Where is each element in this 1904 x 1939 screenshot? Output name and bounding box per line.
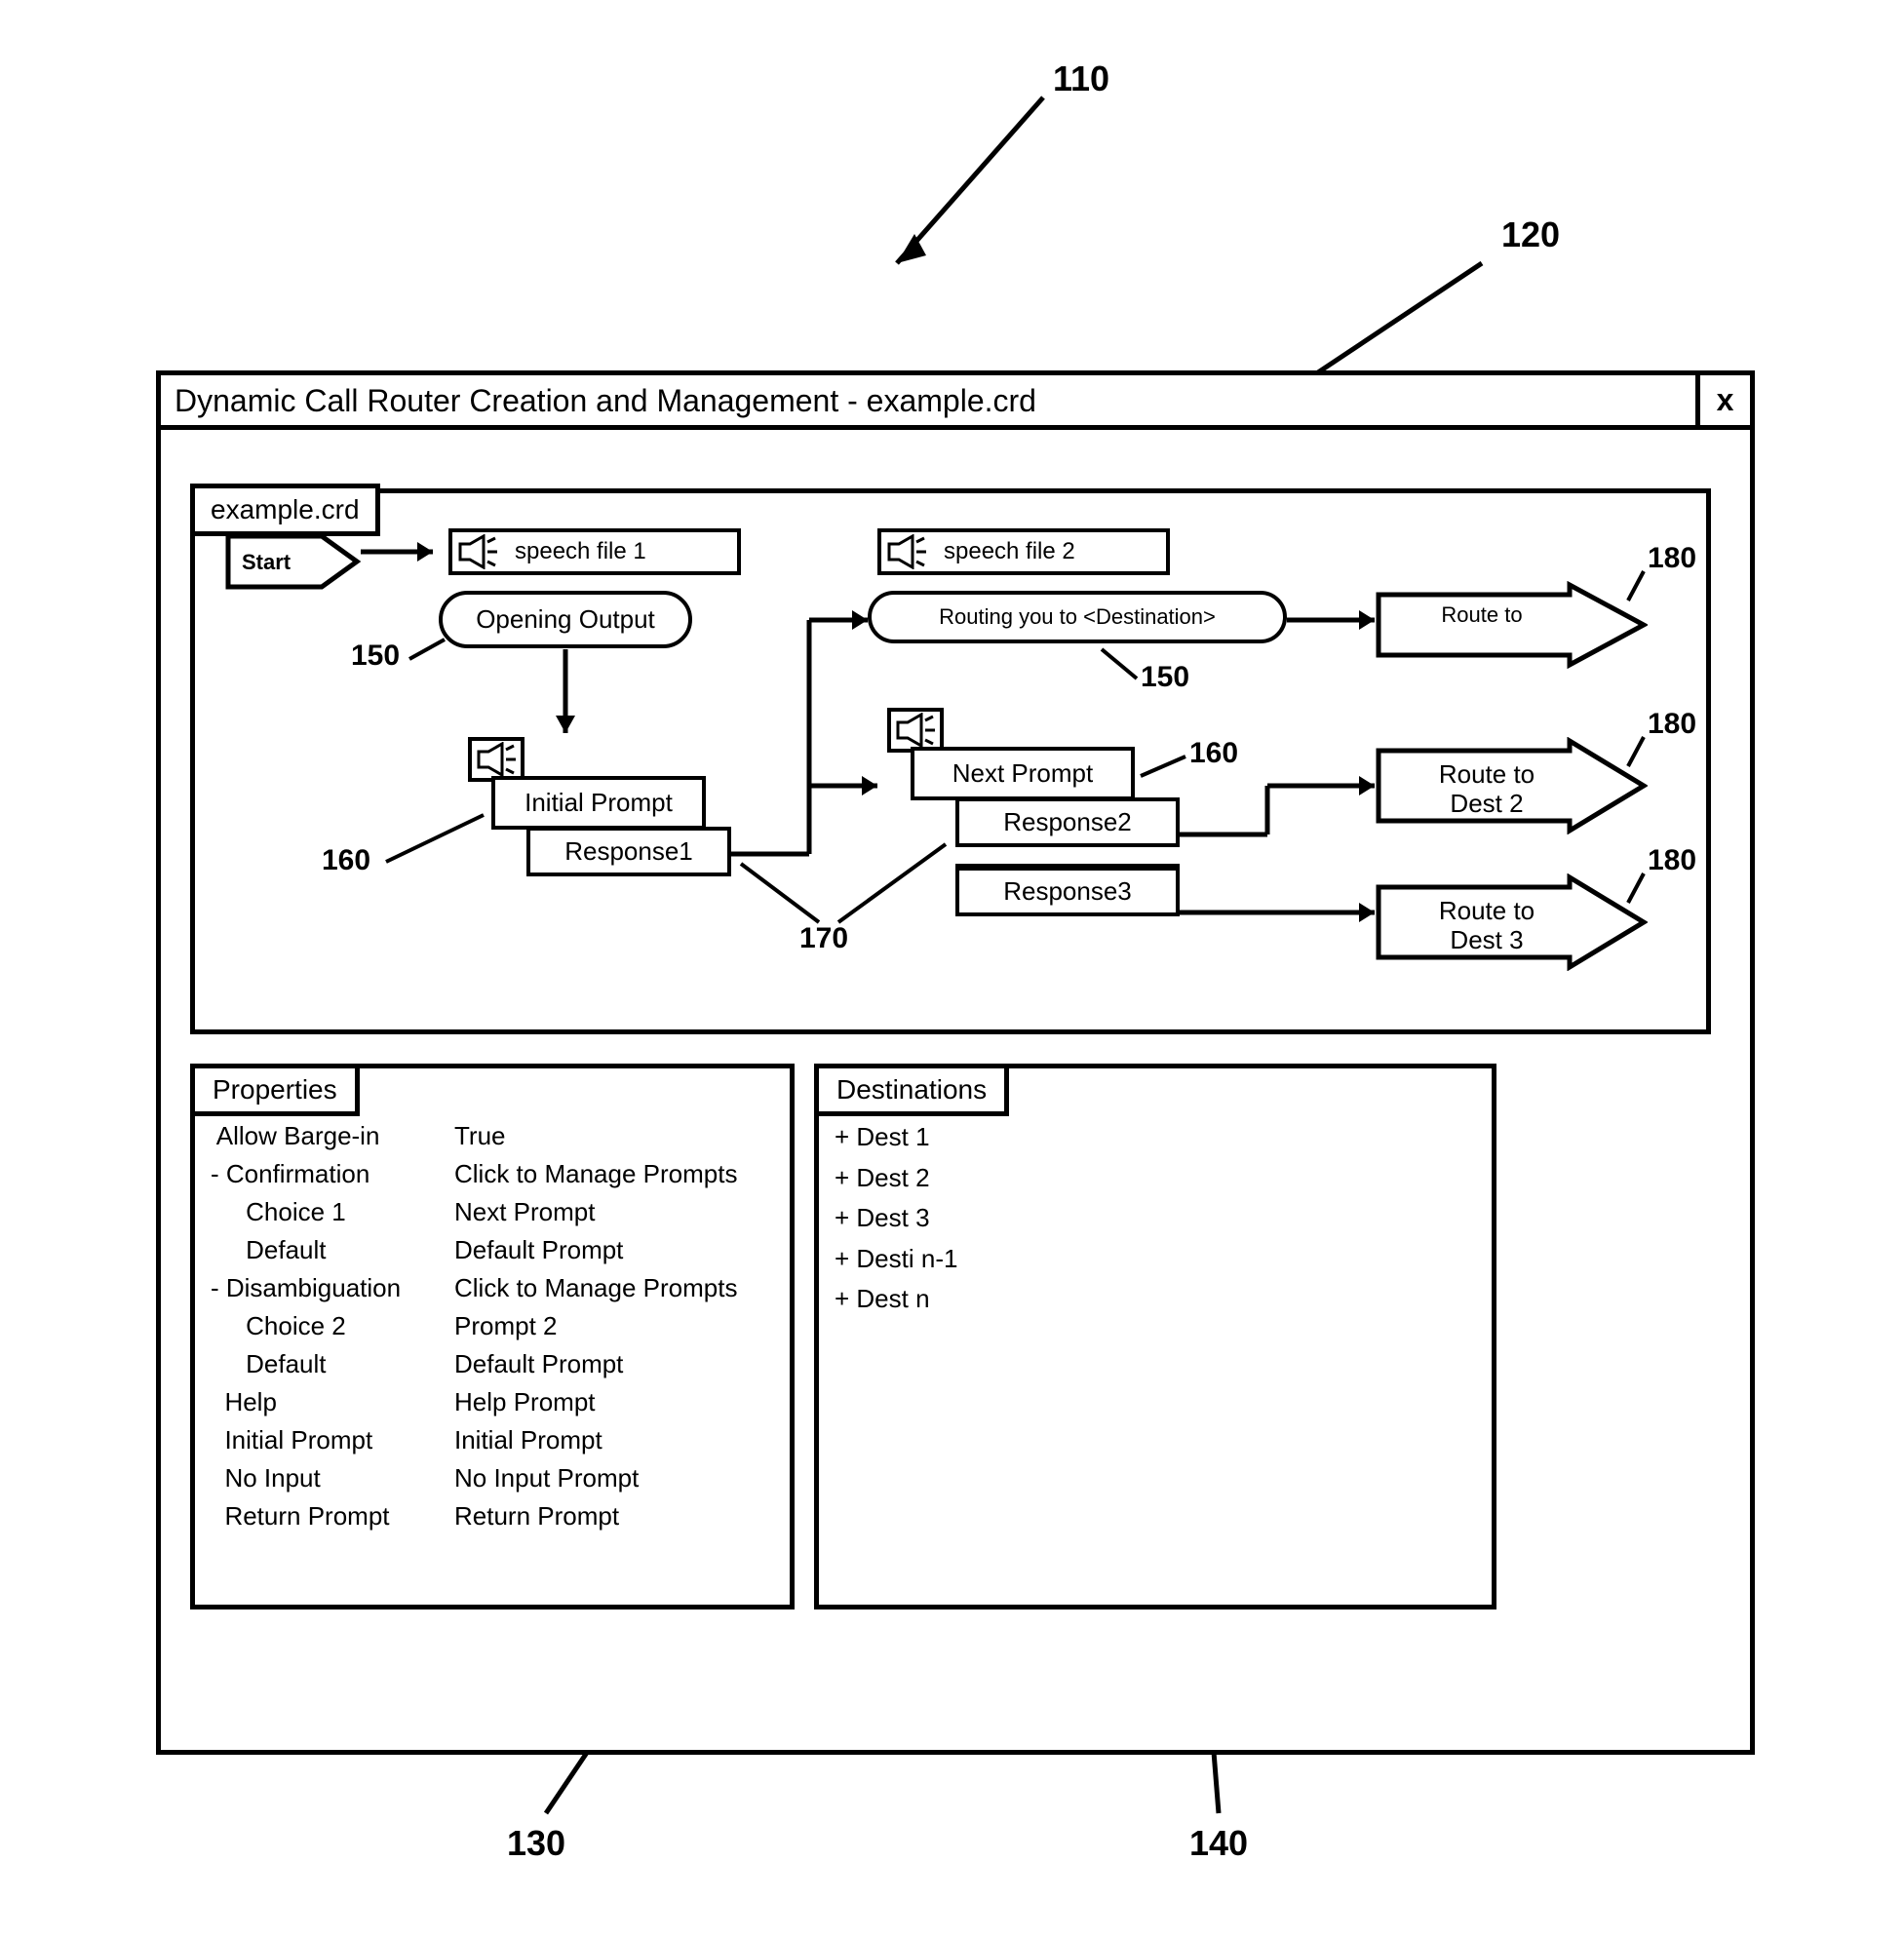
speaker-icon xyxy=(452,532,501,571)
property-key: Choice 1 xyxy=(211,1193,454,1231)
diagram-canvas: Start speech file 1 xyxy=(190,488,1711,1034)
property-value: Default Prompt xyxy=(454,1345,774,1383)
destination-item[interactable]: + Dest 3 xyxy=(835,1198,1476,1239)
property-row[interactable]: Choice 1 Next Prompt xyxy=(211,1193,774,1231)
property-row[interactable]: Return PromptReturn Prompt xyxy=(211,1497,774,1535)
speech-file-2-label: speech file 2 xyxy=(930,534,1089,569)
response3-node[interactable]: Response3 xyxy=(955,864,1180,916)
property-value: Help Prompt xyxy=(454,1383,774,1421)
callout-170: 170 xyxy=(799,922,848,955)
speech-file-1-label: speech file 1 xyxy=(501,534,660,569)
destination-item[interactable]: + Dest 1 xyxy=(835,1117,1476,1158)
property-value: Click to Manage Prompts xyxy=(454,1155,774,1193)
route-1-label: Route to xyxy=(1404,602,1560,627)
property-row[interactable]: Default Default Prompt xyxy=(211,1345,774,1383)
destination-item[interactable]: + Dest n xyxy=(835,1279,1476,1320)
destinations-tab[interactable]: Destinations xyxy=(814,1064,1009,1116)
property-row[interactable]: Allow Barge-inTrue xyxy=(211,1117,774,1155)
speaker-icon xyxy=(881,532,930,571)
property-key: No Input xyxy=(211,1459,454,1497)
property-row[interactable]: No InputNo Input Prompt xyxy=(211,1459,774,1497)
callout-150-b: 150 xyxy=(1141,661,1189,694)
property-row[interactable]: Choice 2 Prompt 2 xyxy=(211,1307,774,1345)
property-key: - Disambiguation xyxy=(211,1269,454,1307)
titlebar: Dynamic Call Router Creation and Managem… xyxy=(161,375,1750,430)
property-key: Initial Prompt xyxy=(211,1421,454,1459)
callout-160-b: 160 xyxy=(1189,737,1238,770)
property-value: Next Prompt xyxy=(454,1193,774,1231)
response2-node[interactable]: Response2 xyxy=(955,797,1180,847)
property-value: Click to Manage Prompts xyxy=(454,1269,774,1307)
callout-120: 120 xyxy=(1501,214,1560,255)
close-button[interactable]: x xyxy=(1695,375,1750,425)
property-row[interactable]: Default Default Prompt xyxy=(211,1231,774,1269)
property-value: Default Prompt xyxy=(454,1231,774,1269)
initial-prompt-node[interactable]: Initial Prompt xyxy=(491,776,706,830)
window-title: Dynamic Call Router Creation and Managem… xyxy=(161,375,1695,425)
next-prompt-node[interactable]: Next Prompt xyxy=(911,747,1135,800)
callout-130: 130 xyxy=(507,1823,565,1864)
property-row[interactable]: Initial PromptInitial Prompt xyxy=(211,1421,774,1459)
callout-110: 110 xyxy=(1053,58,1109,99)
callout-140: 140 xyxy=(1189,1823,1248,1864)
callout-160-a: 160 xyxy=(322,844,370,877)
property-row[interactable]: - DisambiguationClick to Manage Prompts xyxy=(211,1269,774,1307)
property-value: Prompt 2 xyxy=(454,1307,774,1345)
app-window: Dynamic Call Router Creation and Managem… xyxy=(156,370,1755,1755)
callout-180-c: 180 xyxy=(1648,844,1696,877)
canvas-tab[interactable]: example.crd xyxy=(190,484,380,536)
destination-item[interactable]: + Desti n-1 xyxy=(835,1239,1476,1280)
response1-node[interactable]: Response1 xyxy=(526,827,731,876)
property-key: Default xyxy=(211,1231,454,1269)
property-key: Return Prompt xyxy=(211,1497,454,1535)
start-label: Start xyxy=(242,550,291,575)
callout-180-a: 180 xyxy=(1648,542,1696,575)
route-3-label: Route toDest 3 xyxy=(1414,897,1560,955)
property-row[interactable]: HelpHelp Prompt xyxy=(211,1383,774,1421)
properties-panel: Properties Allow Barge-inTrue- Confirmat… xyxy=(190,1064,795,1609)
property-value: No Input Prompt xyxy=(454,1459,774,1497)
property-value: Initial Prompt xyxy=(454,1421,774,1459)
property-key: - Confirmation xyxy=(211,1155,454,1193)
property-key: Allow Barge-in xyxy=(211,1117,454,1155)
properties-tab[interactable]: Properties xyxy=(190,1064,360,1116)
callout-150-a: 150 xyxy=(351,640,400,673)
property-value: True xyxy=(454,1117,774,1155)
property-value: Return Prompt xyxy=(454,1497,774,1535)
callout-180-b: 180 xyxy=(1648,708,1696,741)
property-key: Help xyxy=(211,1383,454,1421)
property-key: Choice 2 xyxy=(211,1307,454,1345)
routing-output-node[interactable]: Routing you to <Destination> xyxy=(868,591,1287,643)
destinations-panel: Destinations + Dest 1+ Dest 2+ Dest 3+ D… xyxy=(814,1064,1496,1609)
speech-file-1[interactable]: speech file 1 xyxy=(448,528,741,575)
opening-output-node[interactable]: Opening Output xyxy=(439,591,692,648)
property-key: Default xyxy=(211,1345,454,1383)
route-2-label: Route toDest 2 xyxy=(1414,760,1560,819)
destination-item[interactable]: + Dest 2 xyxy=(835,1158,1476,1199)
property-row[interactable]: - ConfirmationClick to Manage Prompts xyxy=(211,1155,774,1193)
speech-file-2[interactable]: speech file 2 xyxy=(877,528,1170,575)
